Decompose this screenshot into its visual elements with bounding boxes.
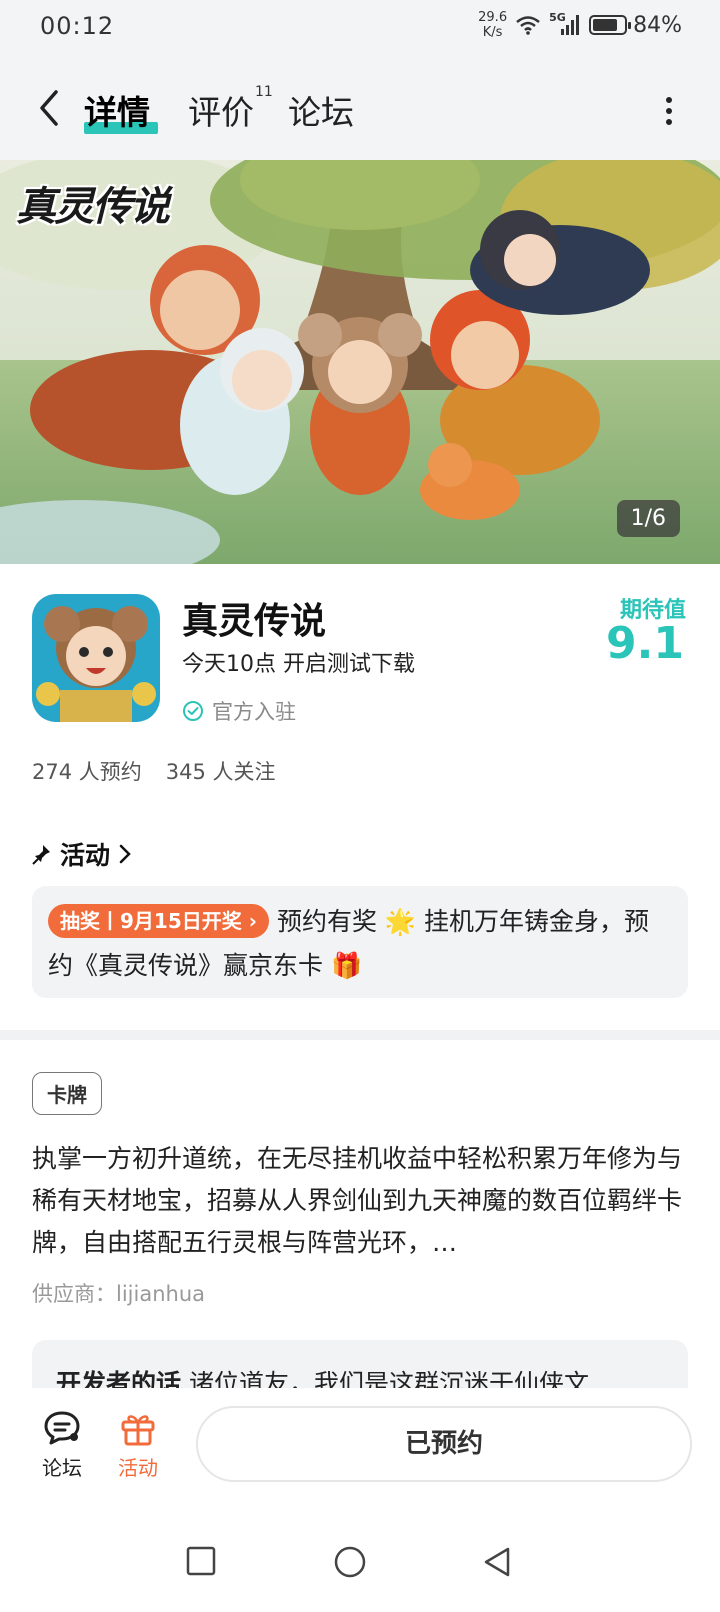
wifi-icon xyxy=(516,16,540,35)
battery-percent: 84% xyxy=(633,12,682,38)
follower-count: 345 人关注 xyxy=(165,760,276,784)
app-icon xyxy=(32,594,160,722)
verified-check-icon xyxy=(183,701,203,721)
chevron-right-icon xyxy=(119,844,131,864)
bottom-action-bar: 论坛 活动 已预约 xyxy=(0,1388,720,1512)
status-time: 00:12 xyxy=(40,12,115,40)
tab-details[interactable]: 详情 xyxy=(84,86,150,134)
system-navigation-bar xyxy=(0,1512,720,1612)
game-description[interactable]: 执掌一方初升道统，在无尽挂机收益中轻松积累万年修为与稀有天材地宝，招募从人界剑仙… xyxy=(32,1138,692,1264)
pin-icon xyxy=(32,845,50,865)
battery: 84% xyxy=(589,13,682,38)
back-arrow-icon[interactable] xyxy=(34,88,64,128)
screenshot-carousel[interactable]: 真灵传说 1/6 xyxy=(0,160,720,564)
status-icons: 29.6 K/s 5G 84% xyxy=(478,10,682,40)
lottery-badge[interactable]: 抽奖丨9月15日开奖 › xyxy=(48,904,269,938)
recent-apps-icon[interactable] xyxy=(186,1546,216,1576)
supplier-info: 供应商：lijianhua xyxy=(32,1282,206,1306)
app-name: 真灵传说 xyxy=(182,601,327,642)
section-divider xyxy=(0,1030,720,1040)
game-logo: 真灵传说 xyxy=(16,184,170,230)
top-nav: 详情 评价 11 论坛 xyxy=(0,56,720,160)
app-status: 今天10点 开启测试下载 xyxy=(182,652,415,677)
battery-icon xyxy=(589,15,632,35)
bottom-forum-button[interactable]: 论坛 xyxy=(32,1410,92,1481)
tab-reviews[interactable]: 评价 xyxy=(188,86,254,134)
more-options-icon[interactable] xyxy=(664,96,674,126)
home-icon[interactable] xyxy=(334,1546,366,1578)
bottom-activity-button[interactable]: 活动 xyxy=(108,1410,168,1481)
tab-forum[interactable]: 论坛 xyxy=(288,86,354,134)
activity-header[interactable]: 活动 xyxy=(32,836,132,872)
activity-card[interactable]: 抽奖丨9月15日开奖 › 预约有奖 🌟 挂机万年铸金身，预约《真灵传说》赢京东卡 … xyxy=(32,886,688,998)
network-speed: 29.6 K/s xyxy=(478,10,508,40)
activity-text: 抽奖丨9月15日开奖 › 预约有奖 🌟 挂机万年铸金身，预约《真灵传说》赢京东卡 … xyxy=(48,900,672,988)
official-badge: 官方入驻 xyxy=(182,696,296,726)
reserved-button[interactable]: 已预约 xyxy=(196,1406,692,1482)
genre-tag[interactable]: 卡牌 xyxy=(32,1072,102,1115)
cellular-icon: 5G xyxy=(549,11,581,37)
chat-bubble-icon xyxy=(44,1411,80,1445)
reviews-count-badge: 11 xyxy=(255,84,273,100)
app-stats: 274 人预约 345 人关注 xyxy=(32,756,276,786)
gift-icon xyxy=(121,1415,155,1446)
back-triangle-icon[interactable] xyxy=(482,1546,512,1578)
expectation-score: 9.1 xyxy=(606,618,684,669)
reservation-count: 274 人预约 xyxy=(32,760,142,784)
image-counter: 1/6 xyxy=(616,500,680,537)
status-bar: 00:12 29.6 K/s 5G 84% xyxy=(0,0,720,56)
